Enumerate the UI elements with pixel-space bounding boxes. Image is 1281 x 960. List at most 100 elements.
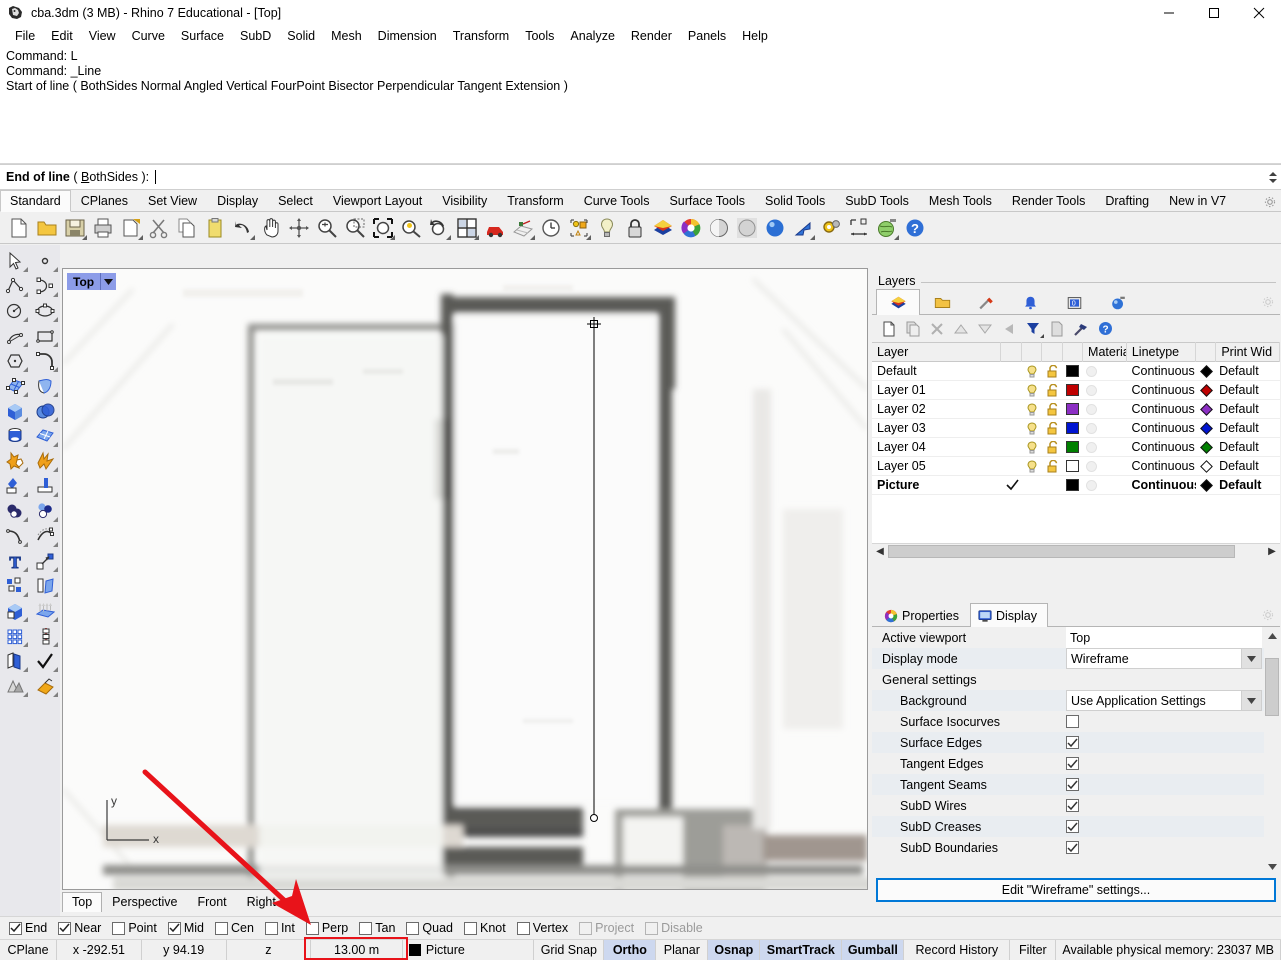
layer-current-checkmark[interactable] [1002,476,1022,495]
layer-visibility-bulb-icon[interactable] [1022,438,1042,457]
flyout-corner-icon[interactable] [23,367,28,372]
checkbox[interactable] [1066,841,1079,854]
extrude-surface-icon[interactable] [30,373,60,398]
layer-print-color[interactable] [1196,381,1216,400]
layer-name[interactable]: Layer 02 [872,400,1002,419]
layer-lock-icon[interactable] [1042,419,1062,438]
flyout-corner-icon[interactable] [23,342,28,347]
hscroll-track[interactable] [888,544,1264,559]
flyout-corner-icon[interactable] [23,442,28,447]
layer-linetype[interactable]: Continuous [1127,419,1197,438]
flyout-corner-icon[interactable] [23,292,28,297]
layer-current-checkmark[interactable] [1002,438,1022,457]
copy-objects-icon[interactable] [0,648,30,673]
flyout-corner-icon[interactable] [53,367,58,372]
new-layer-icon[interactable] [877,318,901,340]
flyout-corner-icon[interactable] [530,234,535,240]
viewport-tab-top[interactable]: Top [62,892,103,912]
layers-horizontal-scrollbar[interactable]: ◀ ▶ [872,543,1280,559]
layer-print-width[interactable]: Default [1216,476,1280,495]
layer-linetype[interactable]: Continuous [1127,400,1197,419]
menu-item-transform[interactable]: Transform [445,27,518,45]
layer-print-color[interactable] [1196,457,1216,476]
toolbar-tab-select[interactable]: Select [268,190,323,211]
osnap-checkbox[interactable] [406,921,420,935]
zoom-window-icon[interactable] [342,215,368,241]
clock-icon[interactable] [538,215,564,241]
layer-print-width[interactable]: Default [1216,381,1280,400]
flyout-corner-icon[interactable] [53,392,58,397]
osnap-toggle-perp[interactable]: Perp [305,921,348,935]
new-file-icon[interactable] [6,215,32,241]
mirror-icon[interactable] [30,573,60,598]
layers-column-header[interactable]: Linetype [1127,342,1196,362]
lock-icon[interactable] [622,215,648,241]
osnap-checkbox[interactable] [112,921,126,935]
status-toggle-grid-snap[interactable]: Grid Snap [534,940,605,960]
dimension-icon[interactable] [846,215,872,241]
flyout-corner-icon[interactable] [474,234,479,240]
polygon-icon[interactable] [0,348,30,373]
layers-column-header[interactable]: Layer [872,342,1002,362]
toolbar-tab-render-tools[interactable]: Render Tools [1002,190,1095,211]
filter-icon[interactable] [1021,318,1045,340]
arrow-cursor-icon[interactable] [790,215,816,241]
layers-column-header[interactable]: Material [1083,342,1127,362]
copy-icon[interactable] [174,215,200,241]
zoom-in-out-icon[interactable] [314,215,340,241]
zoom-selected-icon[interactable] [398,215,424,241]
display-setting-dropdown[interactable]: Wireframe [1066,648,1262,669]
move-up-icon[interactable] [949,318,973,340]
layers-panel-options-gear-icon[interactable] [1261,295,1275,309]
options-gears-icon[interactable] [818,215,844,241]
layer-lock-icon[interactable] [1042,457,1062,476]
flyout-corner-icon[interactable] [23,317,28,322]
status-cplane-button[interactable]: CPlane [0,940,58,960]
command-history[interactable]: Command: L Command: _Line Start of line ( … [0,46,1281,164]
command-history-spinner[interactable] [1266,167,1279,187]
flyout-corner-icon[interactable] [53,467,58,472]
menu-item-mesh[interactable]: Mesh [323,27,370,45]
flyout-corner-icon[interactable] [23,467,28,472]
layer-material[interactable] [1082,438,1126,457]
open-folder-icon[interactable] [34,215,60,241]
boolean-intersection-icon[interactable] [30,498,60,523]
fillet-curve-icon[interactable] [0,523,30,548]
menu-item-edit[interactable]: Edit [43,27,81,45]
menu-item-panels[interactable]: Panels [680,27,734,45]
panel-tab-notifications[interactable] [1008,290,1052,314]
osnap-toggle-cen[interactable]: Cen [215,921,254,935]
ghosted-sphere-icon[interactable] [734,215,760,241]
hscroll-thumb[interactable] [888,545,1235,558]
blend-curve-icon[interactable] [30,523,60,548]
flyout-corner-icon[interactable] [23,542,28,547]
object-properties-icon[interactable] [566,215,592,241]
check-objects-icon[interactable] [30,648,60,673]
flyout-corner-icon[interactable] [23,492,28,497]
osnap-checkbox[interactable] [359,921,373,935]
copy-layer-icon[interactable] [901,318,925,340]
layer-tools-hammer-icon[interactable] [1069,318,1093,340]
status-toggle-ortho[interactable]: Ortho [604,940,657,960]
print-icon[interactable] [90,215,116,241]
menu-item-help[interactable]: Help [734,27,776,45]
layer-print-width[interactable]: Default [1216,362,1280,381]
vscroll-track[interactable] [1264,644,1280,858]
viewport-title-button[interactable]: Top [67,273,117,290]
checkbox[interactable] [1066,778,1079,791]
boolean-union-icon[interactable] [0,448,30,473]
layer-lock-icon[interactable] [1042,381,1062,400]
osnap-checkbox[interactable] [167,921,181,935]
move-left-icon[interactable] [997,318,1021,340]
display-panel-options-gear-icon[interactable] [1261,608,1275,622]
layer-row[interactable]: Default Continuous Default [872,362,1280,381]
flyout-corner-icon[interactable] [894,234,899,240]
toolbar-tab-subd-tools[interactable]: SubD Tools [835,190,919,211]
tab-properties[interactable]: Properties [876,604,970,626]
layer-visibility-bulb-icon[interactable] [1022,362,1042,381]
flyout-corner-icon[interactable] [23,417,28,422]
scroll-left-icon[interactable]: ◀ [872,544,888,559]
layer-row[interactable]: Layer 04 Continuous Default [872,438,1280,457]
layer-print-color[interactable] [1196,476,1216,495]
flyout-corner-icon[interactable] [250,234,255,240]
